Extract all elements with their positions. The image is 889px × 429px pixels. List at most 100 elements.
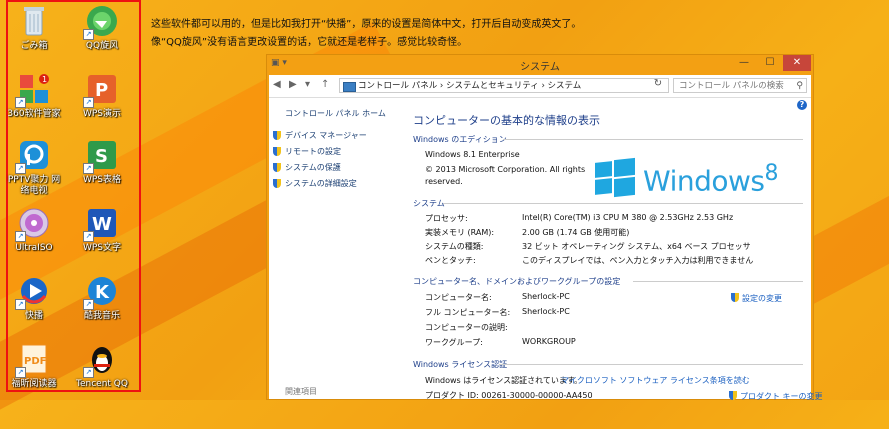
shield-icon	[273, 131, 281, 140]
pptv-icon: ↗	[15, 138, 51, 174]
sidebar: コントロール パネル ホーム デバイス マネージャー リモートの設定 システムの…	[269, 98, 407, 399]
desktop-icon-wps-presentation[interactable]: P ↗ WPS演示	[72, 72, 132, 120]
desktop-icon-kuwo[interactable]: K ↗ 酷我音乐	[72, 274, 132, 322]
desktop-icon-ultraiso[interactable]: ↗ UltraISO	[4, 206, 64, 254]
refresh-button[interactable]: ↻	[651, 78, 665, 93]
desktop-icon-recycle-bin[interactable]: ごみ箱	[4, 4, 64, 52]
ultraiso-icon: ↗	[15, 206, 51, 242]
search-placeholder: コントロール パネルの検索	[679, 81, 784, 91]
close-button[interactable]: ✕	[783, 55, 811, 71]
svg-text:1: 1	[42, 75, 47, 84]
computer-label: ワークグループ:	[425, 338, 483, 347]
license-status: Windows はライセンス認証されています。	[425, 376, 583, 385]
desktop-icon-label: WPS表格	[82, 175, 122, 185]
minimize-button[interactable]: —	[731, 55, 757, 71]
computer-value: Sherlock-PC	[522, 307, 570, 316]
sidebar-item-remote-settings[interactable]: リモートの設定	[273, 146, 367, 162]
desktop-icon-tencent-qq[interactable]: ↗ Tencent QQ	[72, 342, 132, 390]
address-bar: ◀ ▶ ▾ ↑ コントロール パネル › システムとセキュリティ › システム …	[269, 75, 811, 98]
sidebar-item-label: システムの詳細設定	[285, 179, 357, 188]
recent-dropdown-icon[interactable]: ▾	[305, 79, 310, 90]
change-settings-link[interactable]: 設定の変更	[731, 292, 782, 304]
desktop-icon-label: 酷我音乐	[83, 311, 120, 321]
edition-section-title: Windows のエディション	[413, 135, 507, 144]
section-divider	[499, 364, 803, 365]
shield-icon	[731, 293, 739, 302]
desktop-icon-label: UltraISO	[15, 243, 53, 253]
wps-presentation-icon: P ↗	[83, 72, 119, 108]
desktop-icon-wps-spreadsheet[interactable]: S ↗ WPS表格	[72, 138, 132, 186]
section-divider	[633, 281, 803, 282]
computer-label: コンピューター名:	[425, 293, 492, 302]
svg-text:W: W	[92, 214, 112, 235]
system-value: 2.00 GB (1.74 GB 使用可能)	[522, 228, 630, 237]
sidebar-item-label: システムの保護	[285, 163, 341, 172]
up-button[interactable]: ↑	[321, 79, 329, 90]
edition-copyright: © 2013 Microsoft Corporation. All rights	[425, 165, 586, 174]
logo-word: Windows	[643, 164, 765, 198]
desktop-icon-label: 360软件管家	[7, 109, 61, 119]
desktop-icon-label: 福昕阅读器	[11, 379, 57, 389]
window-titlebar[interactable]: ▣ ▾ システム — ☐ ✕	[267, 55, 813, 73]
qq-penguin-icon: ↗	[83, 342, 119, 378]
sidebar-item-label: デバイス マネージャー	[285, 131, 367, 140]
computer-label: コンピューターの説明:	[425, 323, 508, 332]
maximize-button[interactable]: ☐	[757, 55, 783, 71]
desktop-icon-wps-writer[interactable]: W ↗ WPS文字	[72, 206, 132, 254]
svg-text:P: P	[95, 80, 108, 101]
system-label: システムの種類:	[425, 242, 484, 251]
search-input[interactable]: コントロール パネルの検索 ⚲	[673, 78, 807, 93]
search-icon[interactable]: ⚲	[796, 79, 803, 94]
address-path: コントロール パネル › システムとセキュリティ › システム	[358, 81, 582, 91]
computer-section-title: コンピューター名、ドメインおよびワークグループの設定	[413, 277, 621, 286]
desktop-icon-qq-whirlwind[interactable]: ↗ QQ旋风	[72, 4, 132, 52]
svg-text:K: K	[95, 282, 110, 303]
caption-line-1: 这些软件都可以用的，但是比如我打开“快播”，原来的设置是简体中文，打开后自动变成…	[151, 19, 582, 30]
desktop-icon-pptv[interactable]: ↗ PPTV聚力 网络电视	[4, 138, 64, 197]
control-panel-home-link[interactable]: コントロール パネル ホーム	[285, 108, 386, 119]
help-button[interactable]: ?	[797, 100, 807, 110]
sidebar-item-system-protection[interactable]: システムの保護	[273, 162, 367, 178]
pdf-reader-icon: PDF ↗	[15, 342, 51, 378]
shield-icon	[273, 147, 281, 156]
main-panel: ? コンピューターの基本的な情報の表示 Windows のエディション Wind…	[411, 98, 823, 401]
kuwo-music-icon: K ↗	[83, 274, 119, 310]
qvod-player-icon: ↗	[15, 274, 51, 310]
wps-writer-icon: W ↗	[83, 206, 119, 242]
svg-text:PDF: PDF	[24, 356, 46, 367]
sidebar-links: デバイス マネージャー リモートの設定 システムの保護 システムの詳細設定	[273, 130, 367, 194]
computer-value: Sherlock-PC	[522, 292, 570, 301]
system-value: このディスプレイでは、ペン入力とタッチ入力は利用できません	[522, 256, 754, 265]
desktop-icon-qvod[interactable]: ↗ 快播	[4, 274, 64, 322]
system-window: ▣ ▾ システム — ☐ ✕ ◀ ▶ ▾ ↑ コントロール パネル › システム…	[266, 54, 823, 401]
page-title: コンピューターの基本的な情報の表示	[413, 114, 600, 127]
windows-flag-icon	[595, 157, 635, 198]
system-label: 実装メモリ (RAM):	[425, 228, 495, 237]
sidebar-item-advanced-settings[interactable]: システムの詳細設定	[273, 178, 367, 194]
shield-icon	[729, 391, 737, 400]
section-divider	[443, 203, 803, 204]
system-value: 32 ビット オペレーティング システム、x64 ベース プロセッサ	[522, 242, 751, 251]
recycle-bin-icon	[17, 4, 51, 38]
system-label: ペンとタッチ:	[425, 256, 476, 265]
computer-value: WORKGROUP	[522, 337, 576, 346]
desktop-icon-pdf-reader[interactable]: PDF ↗ 福昕阅读器	[4, 342, 64, 390]
wps-spreadsheet-icon: S ↗	[83, 138, 119, 174]
qq-whirlwind-icon: ↗	[83, 4, 119, 40]
change-product-key-link[interactable]: プロダクト キーの変更	[729, 390, 823, 402]
license-terms-link[interactable]: マイクロソフト ソフトウェア ライセンス条項を読む	[561, 375, 750, 386]
edition-copyright-2: reserved.	[425, 177, 463, 186]
computer-label: フル コンピューター名:	[425, 308, 511, 317]
address-box[interactable]: コントロール パネル › システムとセキュリティ › システム	[339, 78, 669, 93]
forward-button[interactable]: ▶	[289, 79, 297, 90]
content-area: コントロール パネル ホーム デバイス マネージャー リモートの設定 システムの…	[269, 98, 823, 401]
control-panel-icon	[343, 82, 356, 92]
shield-icon	[273, 179, 281, 188]
system-label: プロセッサ:	[425, 214, 468, 223]
system-value: Intel(R) Core(TM) i3 CPU M 380 @ 2.53GHz…	[522, 213, 734, 222]
desktop-icon-label: ごみ箱	[20, 41, 48, 51]
sidebar-item-device-manager[interactable]: デバイス マネージャー	[273, 130, 367, 146]
desktop-icon-360[interactable]: 1 ↗ 360软件管家	[4, 72, 64, 120]
shield-icon	[273, 163, 281, 172]
back-button[interactable]: ◀	[273, 79, 281, 90]
